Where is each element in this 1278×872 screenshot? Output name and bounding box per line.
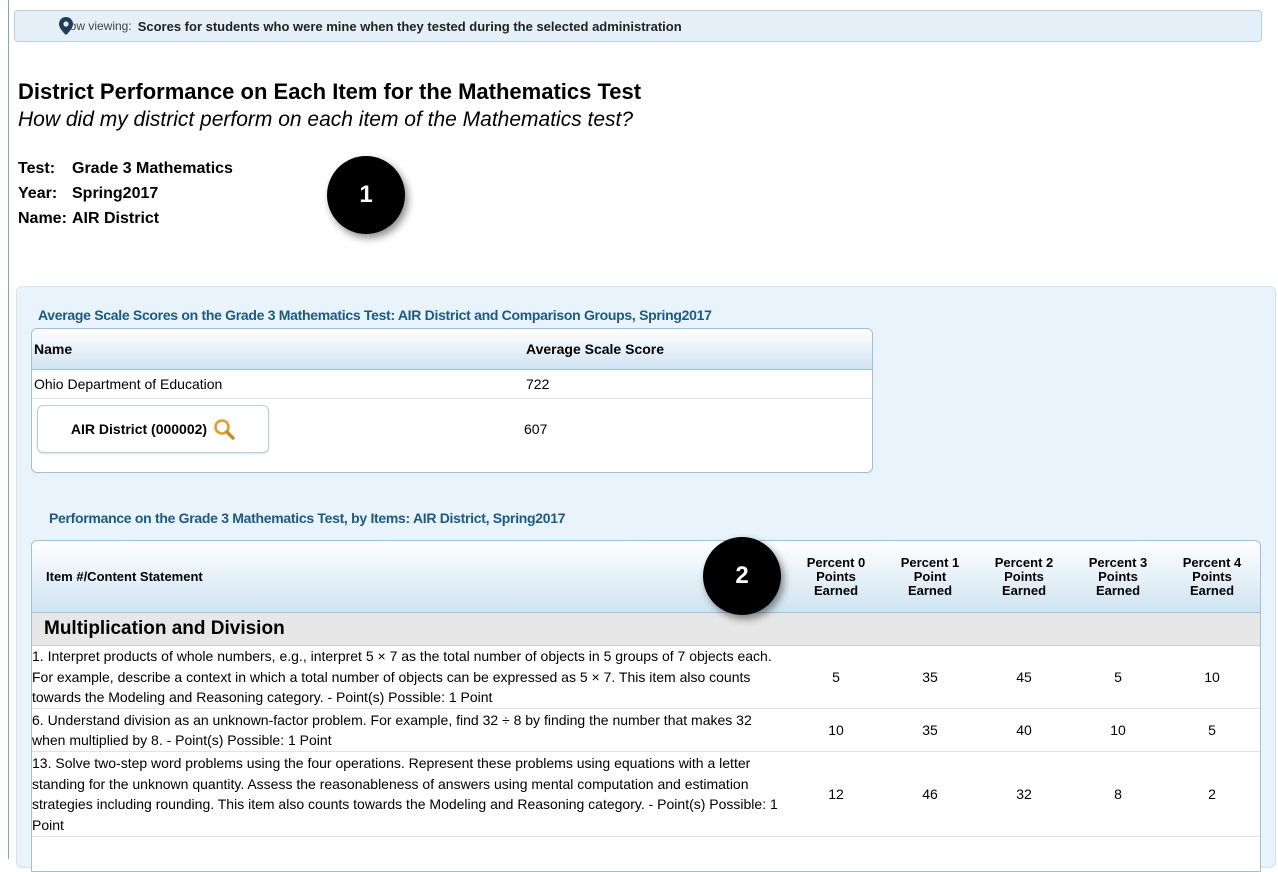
pct-0: 12 [828, 786, 844, 802]
hdr-line: Earned [1095, 582, 1141, 598]
pct-0: 10 [828, 722, 844, 738]
pct-1: 35 [922, 669, 938, 685]
table-row: 13. Solve two-step word problems using t… [32, 752, 1260, 837]
now-viewing-bar: Now viewing: Scores for students who wer… [14, 10, 1262, 42]
district-drilldown-button[interactable]: AIR District (000002) [37, 405, 269, 453]
pct-1: 46 [922, 786, 938, 802]
pct-2: 40 [1016, 722, 1032, 738]
pct-4: 5 [1208, 722, 1216, 738]
pct-2: 45 [1016, 669, 1032, 685]
pct-4: 10 [1204, 669, 1220, 685]
hdr-line: Percent 1 [900, 554, 960, 570]
col-header-item: Item #/Content Statement [46, 569, 203, 584]
hdr-line: Earned [907, 582, 953, 598]
pct-3: 5 [1114, 669, 1122, 685]
group-header: Multiplication and Division [32, 613, 1260, 646]
pct-1: 35 [922, 722, 938, 738]
scale-scores-title: Average Scale Scores on the Grade 3 Math… [38, 307, 712, 323]
col-header-pct-1: Percent 1 Point Earned [883, 554, 977, 598]
scale-scores-table: Name Average Scale Score Ohio Department… [31, 328, 873, 473]
meta-name: Name: AIR District [18, 206, 233, 231]
now-viewing-value: Scores for students who were mine when t… [137, 18, 682, 34]
row-score: 607 [524, 421, 548, 437]
col-header-name: Name [34, 341, 73, 357]
col-header-score: Average Scale Score [526, 341, 665, 357]
hdr-line: Percent 2 [994, 554, 1054, 570]
hdr-line: Points [1098, 568, 1138, 584]
search-magnifier-icon [214, 419, 235, 440]
hdr-line: Percent 0 [806, 554, 866, 570]
item-statement: 13. Solve two-step word problems using t… [32, 755, 778, 833]
meta-value: Spring2017 [72, 185, 159, 202]
location-pin-icon [59, 17, 73, 35]
pct-2: 32 [1016, 786, 1032, 802]
hdr-line: Earned [1001, 582, 1047, 598]
row-name: Ohio Department of Education [34, 376, 223, 392]
items-table-title: Performance on the Grade 3 Mathematics T… [49, 510, 566, 526]
col-header-pct-4: Percent 4 Points Earned [1165, 554, 1259, 598]
col-header-pct-2: Percent 2 Points Earned [977, 554, 1071, 598]
item-statement: 1. Interpret products of whole numbers, … [32, 648, 772, 706]
hdr-line: Earned [1189, 582, 1235, 598]
hdr-line: Point [913, 568, 947, 584]
meta-key: Test: [18, 160, 56, 177]
hdr-line: Points [1004, 568, 1044, 584]
col-header-pct-0: Percent 0 Points Earned [789, 554, 883, 598]
table-header: Name Average Scale Score [32, 329, 872, 370]
table-row: 6. Understand division as an unknown-fac… [32, 709, 1260, 752]
meta-key: Year: [18, 185, 58, 202]
hdr-line: Percent 3 [1088, 554, 1148, 570]
pct-0: 5 [832, 669, 840, 685]
table-header: Item #/Content Statement Percent 0 Points… [32, 541, 1260, 613]
table-row: AIR District (000002) 607 [32, 399, 872, 459]
hdr-line: Points [816, 568, 856, 584]
row-score: 722 [526, 376, 550, 392]
meta-year: Year: Spring2017 [18, 181, 233, 206]
hdr-line: Earned [813, 582, 859, 598]
item-statement: 6. Understand division as an unknown-fac… [32, 711, 752, 749]
pct-3: 10 [1110, 722, 1126, 738]
meta-value: Grade 3 Mathematics [72, 160, 233, 177]
page-subtitle: How did my district perform on each item… [18, 108, 634, 131]
page-title: District Performance on Each Item for th… [18, 79, 642, 104]
meta-key: Name: [18, 210, 67, 227]
meta-value: AIR District [72, 210, 160, 227]
meta-test: Test: Grade 3 Mathematics [18, 156, 233, 181]
row-name-cell: AIR District (000002) [32, 405, 524, 453]
pct-3: 8 [1114, 786, 1122, 802]
col-header-pct-3: Percent 3 Points Earned [1071, 554, 1165, 598]
table-row: 1. Interpret products of whole numbers, … [32, 646, 1260, 709]
pct-4: 2 [1208, 786, 1216, 802]
items-table: Item #/Content Statement Percent 0 Points… [31, 540, 1261, 872]
callout-badge-2: 2 [703, 537, 781, 615]
table-row: Ohio Department of Education 722 [32, 370, 872, 399]
callout-badge-1: 1 [327, 156, 405, 234]
report-meta: Test: Grade 3 Mathematics Year: Spring2017… [18, 156, 233, 231]
hdr-line: Percent 4 [1182, 554, 1242, 570]
hdr-line: Points [1192, 568, 1232, 584]
district-name: AIR District (000002) [70, 421, 208, 437]
